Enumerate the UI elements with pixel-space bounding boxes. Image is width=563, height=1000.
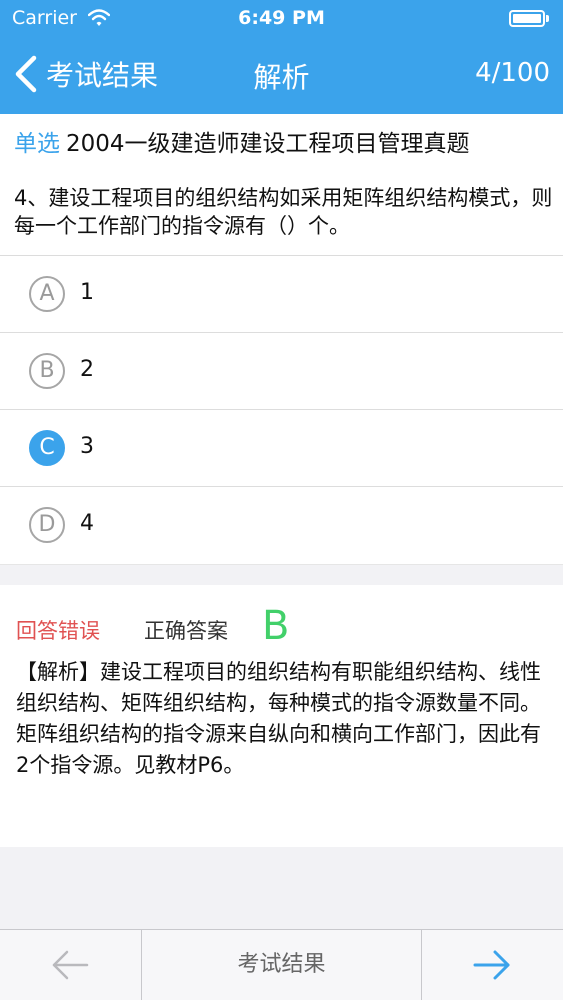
battery-level (513, 14, 541, 23)
correct-answer-label: 正确答案 (144, 619, 228, 643)
option-a-text: 1 (80, 280, 94, 305)
option-a[interactable]: A 1 (0, 256, 563, 333)
navigation-header: Carrier 6:49 PM 考试结果 解析 4/100 (0, 0, 563, 114)
option-c[interactable]: C 3 (0, 410, 563, 487)
question-card: 单选 2004一级建造师建设工程项目管理真题 4、建设工程项目的组织结构如采用矩阵… (0, 114, 563, 256)
exam-results-button[interactable]: 考试结果 (142, 930, 421, 1000)
battery-cap (546, 15, 549, 22)
option-d[interactable]: D 4 (0, 487, 563, 565)
option-a-letter: A (29, 276, 65, 312)
battery-icon (509, 10, 545, 27)
option-c-text: 3 (80, 434, 94, 459)
option-d-text: 4 (80, 511, 94, 536)
arrow-right-icon (473, 950, 510, 980)
status-bar: Carrier 6:49 PM (0, 0, 563, 38)
analysis-panel: 回答错误 正确答案 B 【解析】建设工程项目的组织结构有职能组织结构、线性组织结… (0, 585, 563, 847)
options-list: A 1 B 2 C 3 D 4 (0, 256, 563, 565)
question-source: 2004一级建造师建设工程项目管理真题 (66, 131, 470, 157)
option-c-letter: C (29, 430, 65, 466)
correct-answer-value: B (262, 603, 290, 649)
next-question-button[interactable] (421, 930, 563, 1000)
previous-question-button[interactable] (0, 930, 142, 1000)
question-counter: 4/100 (475, 58, 550, 88)
arrow-left-icon (52, 950, 89, 980)
question-header: 单选 2004一级建造师建设工程项目管理真题 (14, 124, 470, 158)
explanation-text: 【解析】建设工程项目的组织结构有职能组织结构、线性组织结构、矩阵组织结构，每种模… (16, 660, 541, 777)
option-b-letter: B (29, 353, 65, 389)
question-text: 4、建设工程项目的组织结构如采用矩阵组织结构模式，则每一个工作部门的指令源有（）… (14, 186, 553, 238)
answer-result-label: 回答错误 (16, 619, 100, 643)
question-type-badge: 单选 (14, 131, 60, 157)
option-b[interactable]: B 2 (0, 333, 563, 410)
option-d-letter: D (29, 507, 65, 543)
option-b-text: 2 (80, 357, 94, 382)
clock: 6:49 PM (238, 7, 325, 29)
bottom-toolbar: 考试结果 (0, 929, 563, 1000)
